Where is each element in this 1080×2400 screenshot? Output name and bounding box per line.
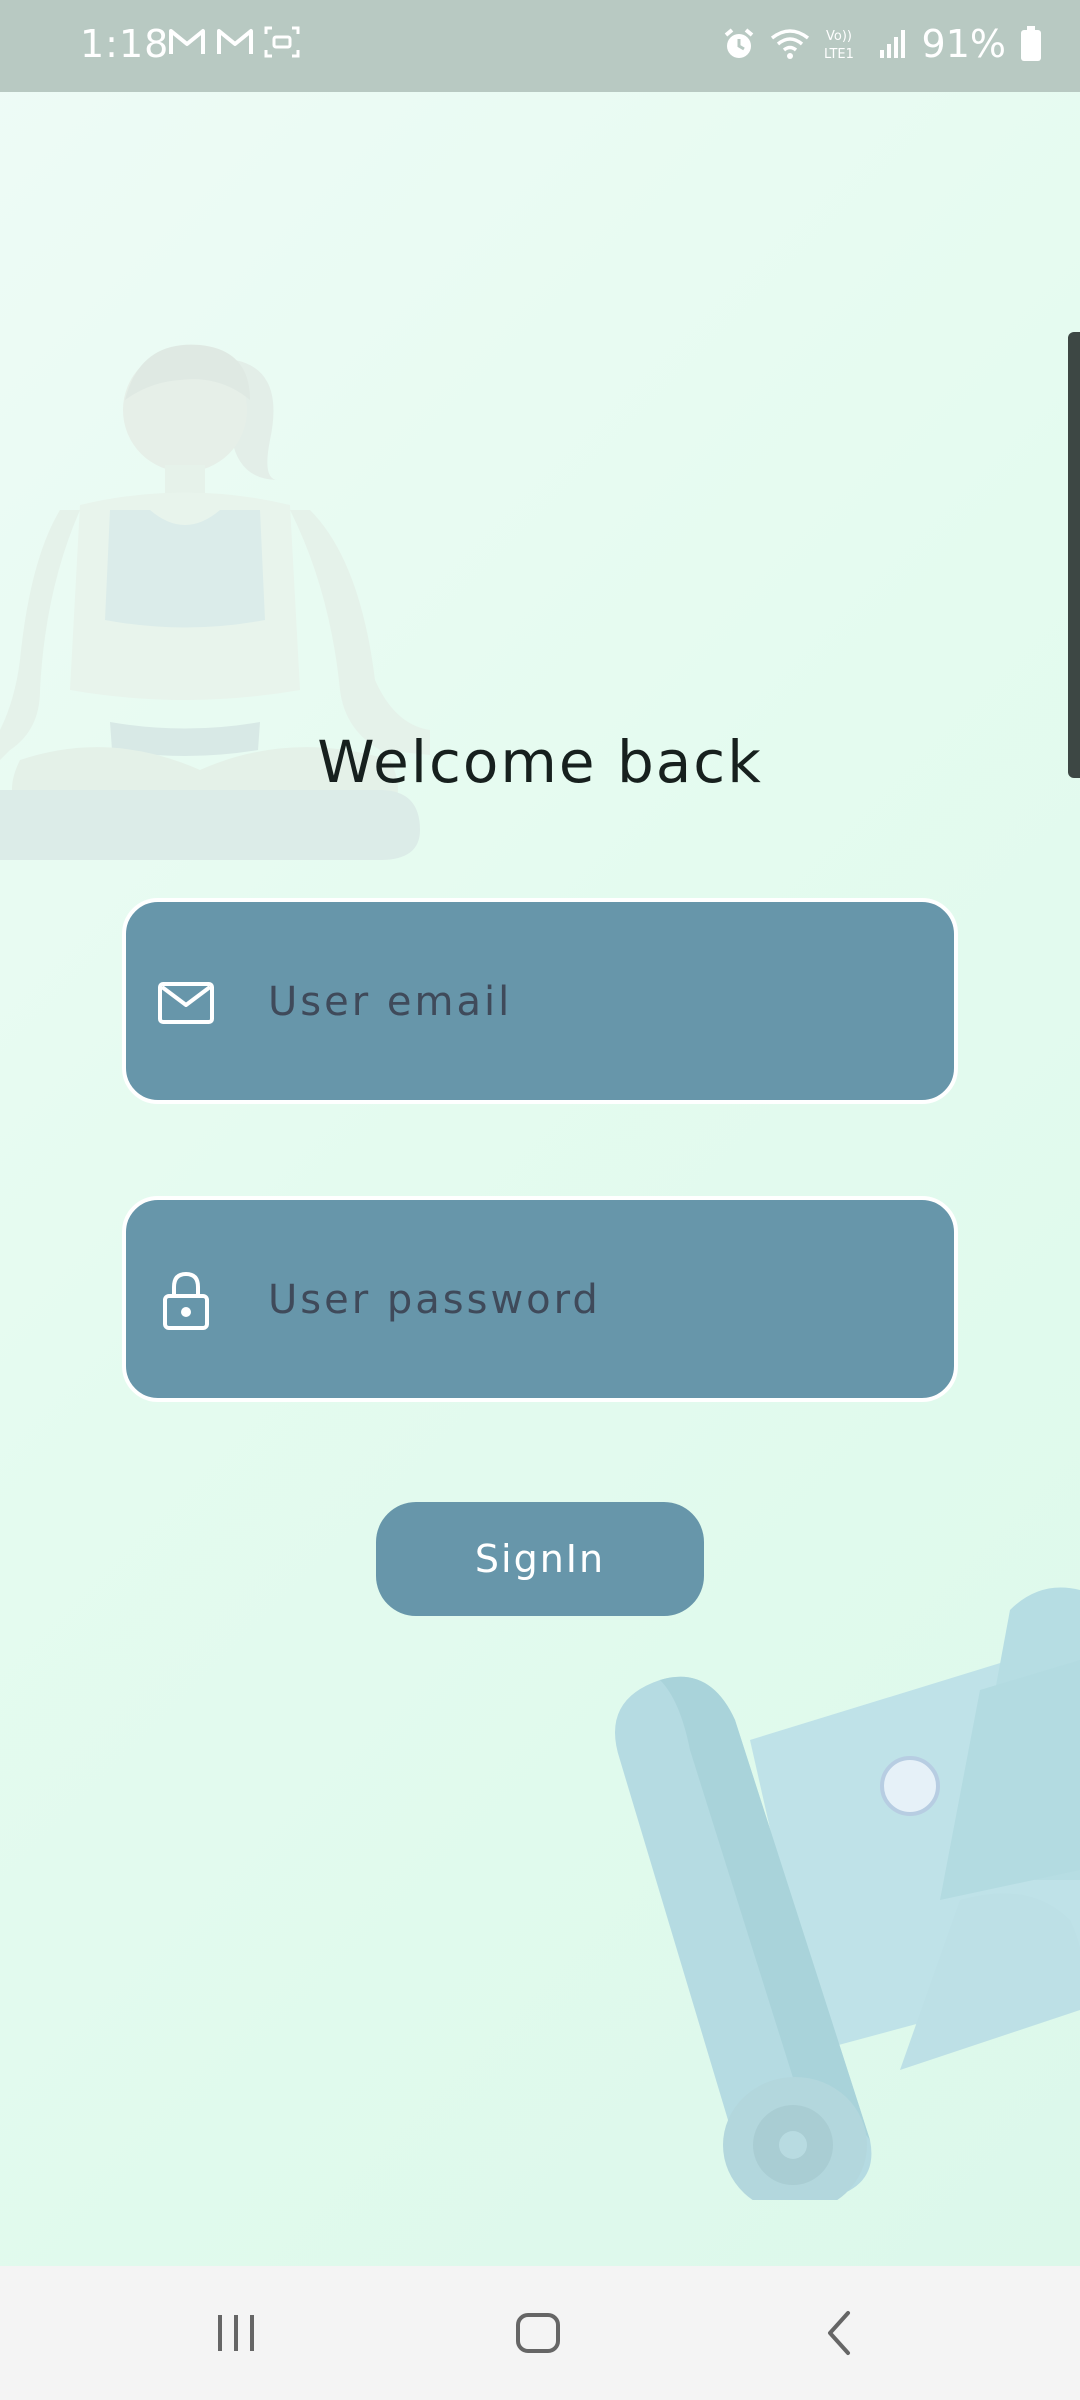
home-button[interactable] (468, 2266, 608, 2400)
email-field[interactable] (122, 898, 958, 1104)
back-icon (828, 2311, 850, 2355)
edge-panel-handle[interactable] (1068, 332, 1080, 778)
home-icon (516, 2313, 560, 2353)
battery-icon (1021, 26, 1041, 61)
recents-icon (218, 2315, 254, 2351)
password-field[interactable] (122, 1196, 958, 1402)
gmail-icon (169, 29, 205, 54)
lock-icon (163, 1271, 209, 1330)
login-screen: 1:18 Vo)) LTE1 91% Welcome back User ema… (0, 0, 1080, 2400)
notification-icons (168, 26, 300, 58)
battery-percent: 91% (921, 22, 1006, 66)
system-indicators: Vo)) LTE1 91% (722, 22, 1042, 66)
svg-text:Vo)): Vo)) (826, 29, 852, 44)
password-input[interactable] (266, 1200, 930, 1400)
page-title: Welcome back (317, 728, 763, 796)
status-bar: 1:18 Vo)) LTE1 91% (0, 0, 1080, 92)
floating-touch-button[interactable] (880, 1756, 940, 1816)
email-input[interactable] (266, 902, 930, 1102)
volte-lte-icon: Vo)) LTE1 (824, 29, 854, 62)
recents-button[interactable] (166, 2266, 306, 2400)
wifi-icon (770, 29, 809, 59)
status-time: 1:18 (80, 22, 170, 66)
alarm-icon (724, 28, 753, 58)
svg-text:LTE1: LTE1 (824, 47, 854, 62)
mail-icon (158, 982, 214, 1024)
navigation-bar (0, 2266, 1080, 2400)
signal-icon (879, 30, 905, 58)
screen-record-icon (264, 26, 300, 58)
signin-button[interactable]: SignIn (376, 1502, 704, 1616)
back-button[interactable] (770, 2266, 910, 2400)
gmail-icon (217, 29, 253, 54)
yoga-mat-illustration (615, 1587, 1080, 2200)
